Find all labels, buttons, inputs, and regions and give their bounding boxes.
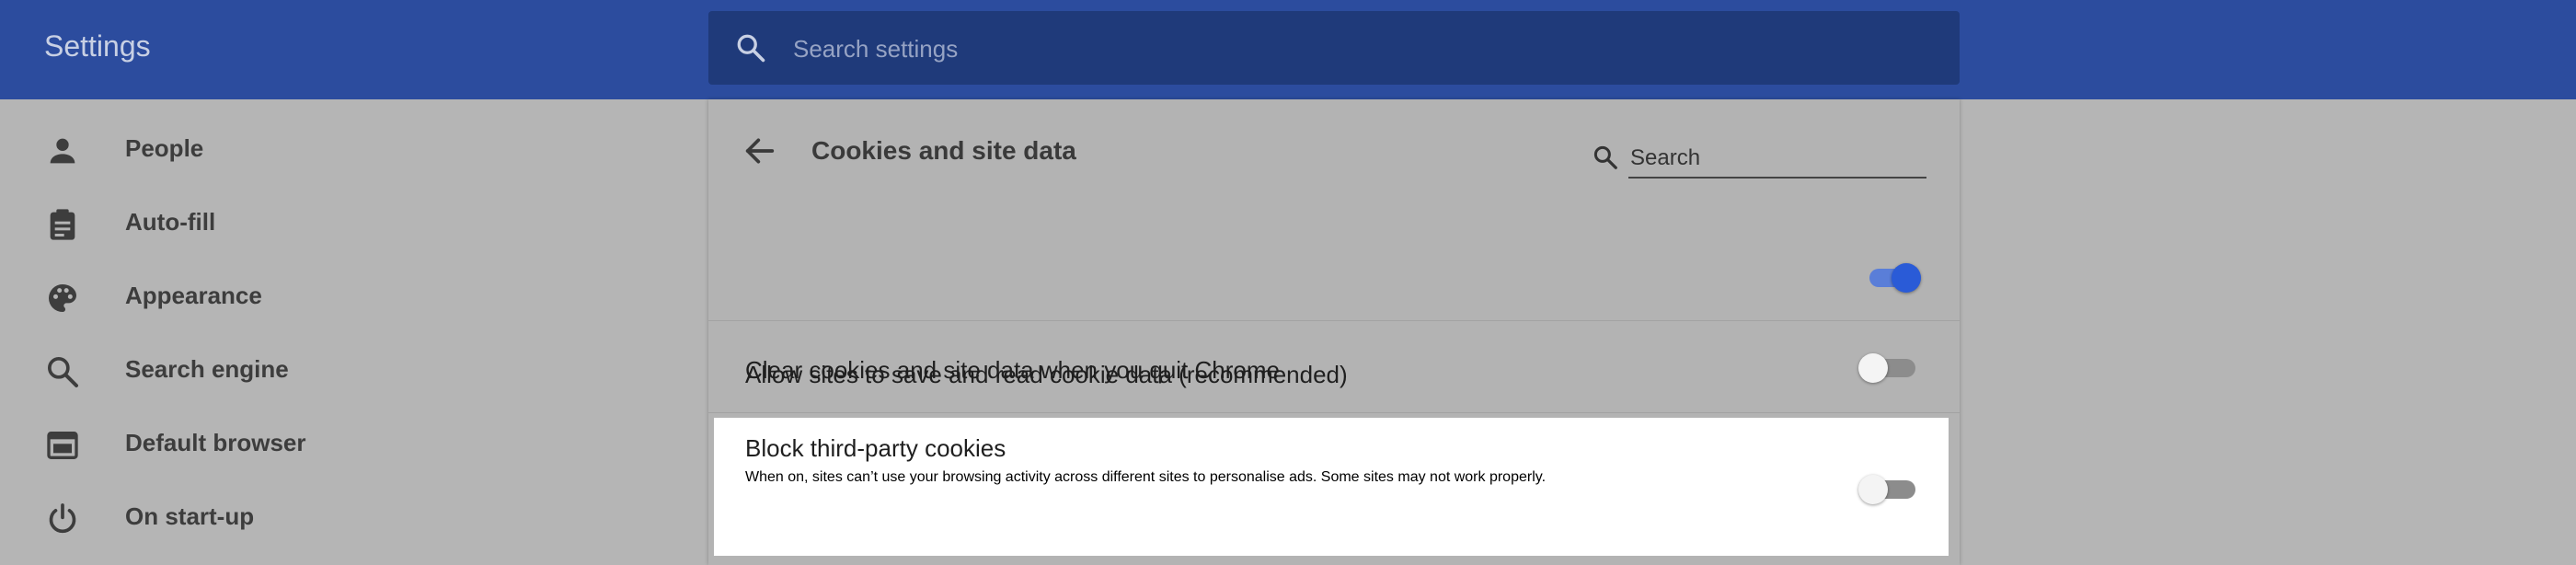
settings-search-input[interactable] bbox=[791, 28, 1899, 70]
toggle-knob bbox=[1858, 353, 1888, 383]
block-third-party-toggle[interactable] bbox=[1858, 469, 1915, 506]
sidebar-item-label: Auto-fill bbox=[125, 208, 216, 236]
toggle-knob bbox=[1858, 475, 1888, 504]
page-title: Cookies and site data bbox=[811, 136, 1076, 165]
row-clear-on-quit[interactable]: Clear cookies and site data when you qui… bbox=[708, 320, 1960, 413]
row-block-third-party[interactable]: Block third-party cookies When on, sites… bbox=[714, 418, 1949, 556]
card-header: Cookies and site data bbox=[708, 99, 1960, 210]
allow-cookies-toggle[interactable] bbox=[1864, 258, 1921, 294]
sidebar-item-default-browser[interactable]: Default browser bbox=[0, 409, 708, 482]
clipboard-icon bbox=[50, 209, 75, 240]
sidebar-item-on-start-up[interactable]: On start-up bbox=[0, 482, 708, 556]
power-icon bbox=[49, 503, 76, 534]
settings-search-box[interactable] bbox=[708, 11, 1960, 85]
sidebar-item-label: On start-up bbox=[125, 502, 255, 530]
page-search-box[interactable] bbox=[1592, 133, 1926, 182]
toggle-knob bbox=[1892, 263, 1921, 293]
row-divider bbox=[708, 412, 1960, 413]
cookies-settings-card: Cookies and site data Allow sites to sav… bbox=[708, 99, 1960, 565]
row-description: When on, sites can’t use your browsing a… bbox=[745, 469, 1547, 485]
sidebar-item-auto-fill[interactable]: Auto-fill bbox=[0, 188, 708, 261]
search-icon bbox=[737, 34, 765, 63]
sidebar-item-label: People bbox=[125, 134, 204, 162]
sidebar-item-label: Appearance bbox=[125, 282, 262, 309]
sidebar-item-label: Search engine bbox=[125, 355, 289, 383]
person-icon bbox=[50, 138, 75, 164]
browser-window-icon bbox=[47, 432, 78, 459]
row-label: Clear cookies and site data when you qui… bbox=[745, 356, 1280, 384]
clear-on-quit-toggle[interactable] bbox=[1858, 348, 1915, 385]
row-label: Block third-party cookies bbox=[745, 434, 1006, 462]
search-icon bbox=[48, 357, 78, 387]
app-title: Settings bbox=[44, 29, 151, 63]
sidebar-item-search-engine[interactable]: Search engine bbox=[0, 335, 708, 409]
back-arrow-icon[interactable] bbox=[742, 133, 778, 169]
search-icon bbox=[1593, 145, 1617, 169]
page-search-input[interactable] bbox=[1628, 140, 1926, 179]
sidebar-item-label: Default browser bbox=[125, 429, 306, 456]
top-bar: Settings bbox=[0, 0, 2576, 99]
sidebar-nav: People Auto-fill Appearance Search engin… bbox=[0, 99, 708, 565]
palette-icon bbox=[49, 284, 76, 312]
sidebar-item-people[interactable]: People bbox=[0, 114, 708, 188]
sidebar-item-appearance[interactable]: Appearance bbox=[0, 261, 708, 335]
